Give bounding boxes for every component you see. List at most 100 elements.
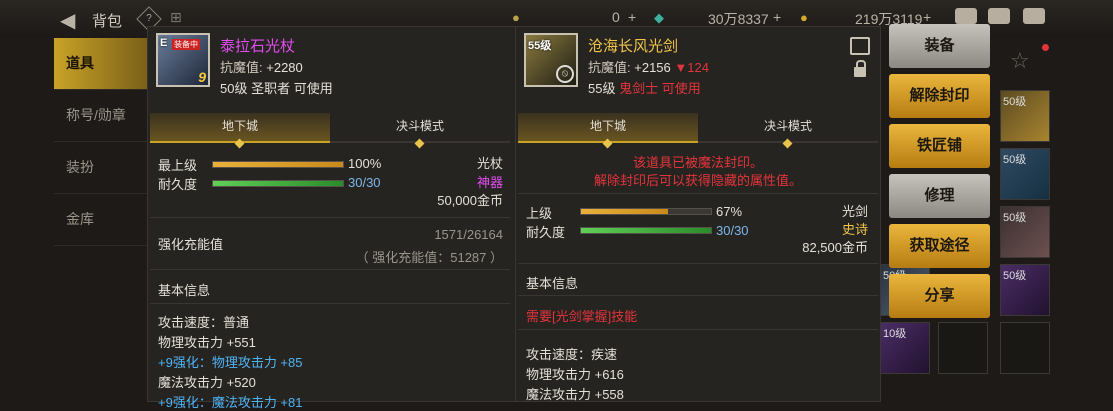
item-price: 50,000金币 [437,193,503,208]
resist-line: 抗魔值: +2156 ▼124 [588,57,709,76]
item-tooltip-selected: 55级 ⦸ 沧海长风光剑 抗魔值: +2156 ▼124 55级 鬼剑士 可使用… [515,26,881,402]
currency-1-add-icon[interactable]: + [628,9,636,25]
durability-bar [212,180,344,187]
grade-bar [580,208,712,215]
class-req: 鬼剑士 可使用 [619,81,701,96]
inventory-slot[interactable]: 50级 [1000,148,1050,200]
resist-value: +2156 [634,60,671,75]
coin-icon: ● [512,10,520,25]
tab-dungeon[interactable]: 地下城 [150,113,330,149]
slot-level: 50级 [1003,154,1027,166]
durability-bar [580,227,712,234]
currency-3-add-icon[interactable]: + [923,9,931,25]
tab-items[interactable]: 道具 [54,38,148,90]
item-tooltip-equipped: E 装备中 9 泰拉石光杖 抗魔值: +2280 50级 圣职者 可使用 地下城… [147,26,516,410]
class-req: 圣职者 可使用 [251,81,333,96]
tab-dungeon-label: 地下城 [589,119,626,133]
item-rarity: 史诗 [841,222,868,237]
stat-line: 魔法攻击力 +558 [526,387,624,402]
inventory-slot-empty[interactable] [1000,322,1050,374]
slot-level: 50级 [1003,96,1027,108]
tab-vault[interactable]: 金库 [54,194,148,246]
basic-info-header: 基本信息 [158,283,211,298]
inventory-slot-empty[interactable] [938,322,988,374]
currency-2-add-icon[interactable]: + [773,9,781,25]
unseal-button[interactable]: 解除封印 [889,74,990,118]
repair-button[interactable]: 修理 [889,174,990,218]
divider [150,269,510,270]
resist-value: +2280 [266,60,303,75]
inventory-slot[interactable]: 10级 [880,322,930,374]
stat-line: 攻击速度：普通 [158,315,250,330]
item-price: 82,500金币 [802,240,868,255]
item-level-label: 55级 [528,40,552,52]
divider [518,263,878,264]
item-icon: E 装备中 9 [156,33,210,87]
back-icon[interactable]: ◀ [60,8,75,33]
equip-button[interactable]: 装备 [889,24,990,68]
share-button[interactable]: 分享 [889,274,990,318]
stat-line: 攻击速度：疾速 [526,347,618,362]
favorite-star-icon[interactable]: ☆ [1010,48,1030,74]
charge-sub: （ 强化充能值：51287 ） [355,250,503,265]
action-menu: 装备 解除封印 铁匠铺 修理 获取途径 分享 [889,24,990,324]
resist-label: 抗魔值: [220,60,263,75]
item-grade-label: E [160,37,168,49]
tab-dungeon[interactable]: 地下城 [518,113,698,149]
seal-notice-2: 解除封印后可以获得隐藏的属性值。 [593,173,802,188]
tab-avatar[interactable]: 装扮 [54,142,148,194]
crystal-icon: ◆ [654,10,664,25]
item-type: 光剑 [841,204,868,219]
stat-line: 物理攻击力 +551 [158,335,256,350]
stat-line: +9强化：魔法攻击力 +81 [158,395,303,410]
stat-line: 物理攻击力 +616 [526,367,624,382]
inventory-slot[interactable]: 50级 [1000,90,1050,142]
share-icon[interactable] [850,37,870,55]
lock-icon[interactable] [854,60,866,77]
page-title: 背包 [92,13,123,30]
tab-titles[interactable]: 称号/勋章 [54,90,148,142]
inventory-slot[interactable]: 50级 [1000,206,1050,258]
level-req: 50级 [220,81,248,96]
divider [150,303,510,304]
resist-diff: ▼124 [674,60,709,75]
inventory-slot[interactable]: 50级 [1000,264,1050,316]
tab-pvp-label: 决斗模式 [763,119,812,133]
requirement-line: 55级 鬼剑士 可使用 [588,78,701,97]
gold-coin-icon: ● [800,10,808,25]
mail-icon[interactable] [988,8,1010,24]
tab-pvp[interactable]: 决斗模式 [330,113,510,149]
seal-notice-1: 该道具已被魔法封印。 [632,155,763,170]
charge-label: 强化充能值 [158,237,224,252]
blacksmith-button[interactable]: 铁匠铺 [889,124,990,168]
stat-line: 魔法攻击力 +520 [158,375,256,390]
currency-1-value: 0 [612,9,620,25]
durability-label: 耐久度 [526,225,566,240]
charge-value: 1571/26164 [434,227,503,242]
sort-icon[interactable]: ⊞ [170,9,182,26]
requirement-line: 50级 圣职者 可使用 [220,78,333,97]
unusable-icon: ⦸ [556,65,574,83]
obtain-route-button[interactable]: 获取途径 [889,224,990,268]
slot-level: 50级 [1003,270,1027,282]
slot-level: 10级 [883,328,907,340]
basic-info-header: 基本信息 [526,276,579,291]
divider [150,217,510,218]
left-tab-list: 道具 称号/勋章 装扮 金库 [54,38,148,246]
slot-level: 50级 [1003,212,1027,224]
shop-icon[interactable] [955,8,977,24]
durability-value: 30/30 [348,175,381,190]
mode-tabs: 地下城 决斗模式 [150,113,510,149]
grade-bar [212,161,344,168]
grade-label: 上级 [526,206,553,221]
tab-pvp-label: 决斗模式 [395,119,444,133]
item-rarity: 神器 [476,175,503,190]
enhance-level: 9 [198,69,206,85]
tab-pvp[interactable]: 决斗模式 [698,113,878,149]
resist-label: 抗魔值: [588,60,631,75]
mode-tabs: 地下城 决斗模式 [518,113,878,149]
item-type: 光杖 [476,156,503,171]
chat-icon[interactable] [1023,8,1045,24]
notification-dot [1042,44,1049,51]
divider [518,295,878,296]
